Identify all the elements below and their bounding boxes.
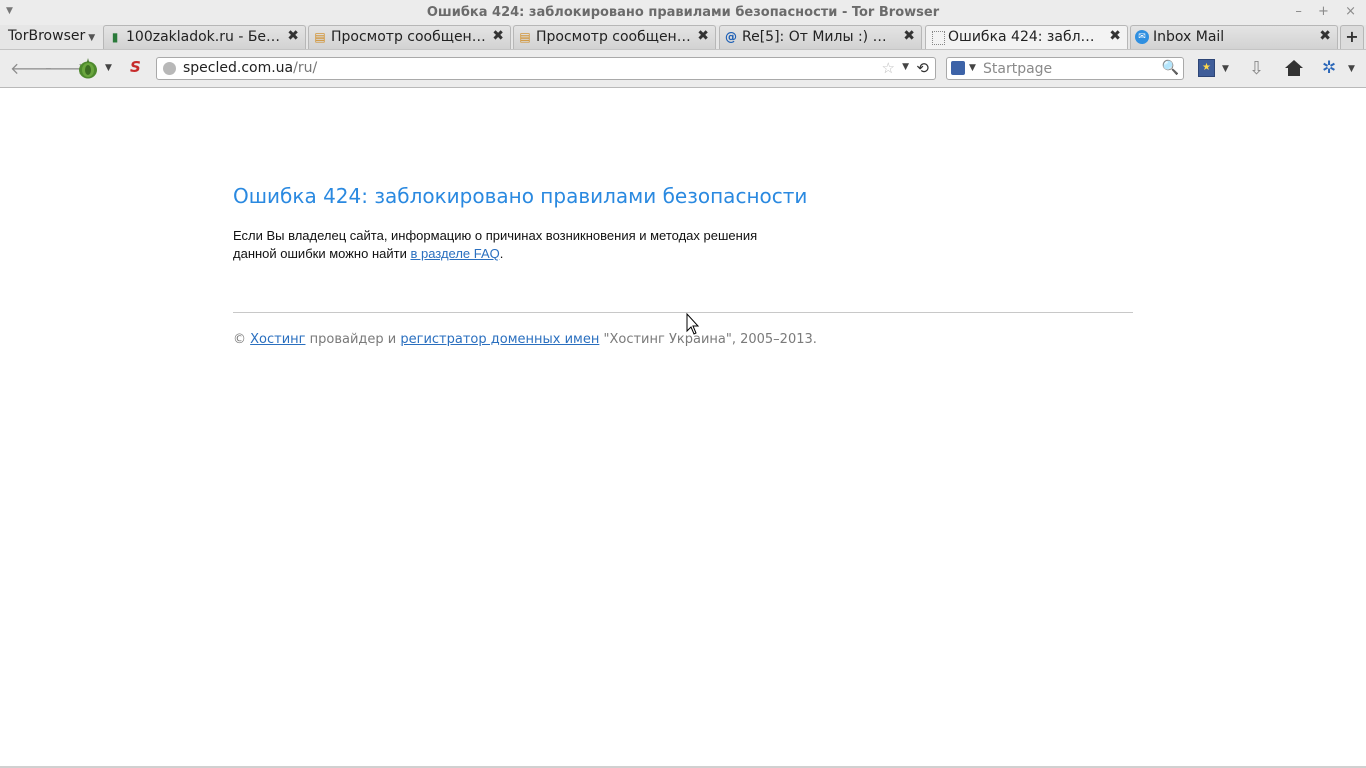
page-icon: ▤ [519,30,531,44]
close-tab-icon[interactable]: ✖ [287,28,299,44]
chevron-down-icon: ▼ [88,33,96,43]
torbrowser-menu-label: TorBrowser [8,28,86,44]
close-tab-icon[interactable]: ✖ [903,28,915,44]
search-engine-chevron-icon[interactable]: ▼ [969,63,976,73]
home-icon[interactable] [1284,58,1304,78]
history-dropdown-icon[interactable]: ▼ [902,62,909,72]
mouse-pointer-icon [686,313,700,335]
tab-label: Просмотр сообщения [331,29,486,45]
tab-re5-mila[interactable]: @ Re[5]: От Милы :) — Почта ✖ [719,25,922,49]
tor-menu-chevron-icon[interactable]: ▼ [105,63,112,73]
bookmark-star-icon[interactable]: ☆ [882,59,895,77]
footer-text: провайдер и [305,332,401,347]
page-icon: ▤ [314,30,326,44]
addon-network-icon[interactable]: ✲ [1322,58,1336,78]
tab-label: Просмотр сообщения [536,29,691,45]
torbrowser-menu-button[interactable]: TorBrowser ▼ [0,25,100,49]
close-tab-icon[interactable]: ✖ [697,28,709,44]
close-tab-icon[interactable]: ✖ [1109,28,1121,44]
mail-at-icon: @ [725,30,737,44]
tab-100zakladok[interactable]: ▮ 100zakladok.ru - Бесплатные закладки ✖ [103,25,306,49]
envelope-icon: ✉ [1135,30,1149,44]
divider [233,312,1133,313]
book-icon: ▮ [111,30,119,44]
url-host: specled.com.ua [183,60,294,76]
copyright-sign: © [233,332,251,347]
tab-label: Ошибка 424: заблокировано [948,29,1103,45]
noscript-icon[interactable]: S [130,58,141,76]
tab-prosmotr-1[interactable]: ▤ Просмотр сообщения ✖ [308,25,511,49]
tab-label: 100zakladok.ru - Бесплатные закладки [126,29,281,45]
hosting-link[interactable]: Хостинг [250,332,305,347]
footer-company-text: "Хостинг Украина", 2005–2013. [599,332,817,347]
error-description: Если Вы владелец сайта, информацию о при… [233,227,803,263]
close-tab-icon[interactable]: ✖ [492,28,504,44]
page-content: Ошибка 424: заблокировано правилами безо… [0,88,1366,766]
tab-prosmotr-2[interactable]: ▤ Просмотр сообщения ✖ [513,25,716,49]
faq-link[interactable]: в разделе FAQ [410,246,499,261]
search-engine-icon[interactable] [951,61,965,75]
tab-error-424[interactable]: Ошибка 424: заблокировано ✖ [925,25,1128,49]
search-icon[interactable]: 🔍 [1162,60,1179,76]
window-controls: – + × [1283,4,1356,19]
tab-label: Re[5]: От Милы :) — Почта [742,29,897,45]
bookmarks-menu-icon[interactable]: ★ [1198,59,1215,77]
download-arrow-icon[interactable]: ⇩ [1249,58,1264,79]
close-window-button[interactable]: × [1345,4,1356,19]
error-description-end: . [499,246,504,261]
window-title: Ошибка 424: заблокировано правилами безо… [426,5,940,20]
footer: © Хостинг провайдер и регистратор доменн… [233,332,817,347]
url-text[interactable]: specled.com.ua/ru/ [183,60,317,76]
new-tab-button[interactable]: + [1340,25,1364,49]
globe-icon [163,62,176,75]
tor-onion-icon[interactable] [78,57,98,79]
navigation-toolbar: 🡐 🡒 ▼ S specled.com.ua/ru/ ☆ ▼ ⟲ ▼ 🔍 ★ ▼… [0,49,1366,88]
tab-label: Inbox Mail [1153,29,1225,45]
addon-chevron-icon[interactable]: ▼ [1348,64,1355,74]
minimize-button[interactable]: – [1295,4,1302,19]
url-path: /ru/ [293,60,318,76]
tab-inbox-mail[interactable]: ✉ Inbox Mail ✖ [1130,25,1338,49]
bookmarks-chevron-icon[interactable]: ▼ [1222,64,1229,74]
window-titlebar: ▼ Ошибка 424: заблокировано правилами бе… [0,0,1366,25]
domain-registrar-link[interactable]: регистратор доменных имен [400,332,599,347]
page-title: Ошибка 424: заблокировано правилами безо… [233,184,808,208]
reload-icon[interactable]: ⟲ [916,59,929,77]
close-tab-icon[interactable]: ✖ [1319,28,1331,44]
blank-page-icon [932,31,945,45]
url-bar[interactable]: specled.com.ua/ru/ ☆ ▼ ⟲ [156,57,936,80]
search-bar[interactable]: ▼ 🔍 [946,57,1184,80]
tab-strip: TorBrowser▼ ▮ 100zakladok.ru - Бесплатны… [0,25,1366,49]
search-input[interactable] [983,59,1153,78]
maximize-button[interactable]: + [1318,4,1329,19]
